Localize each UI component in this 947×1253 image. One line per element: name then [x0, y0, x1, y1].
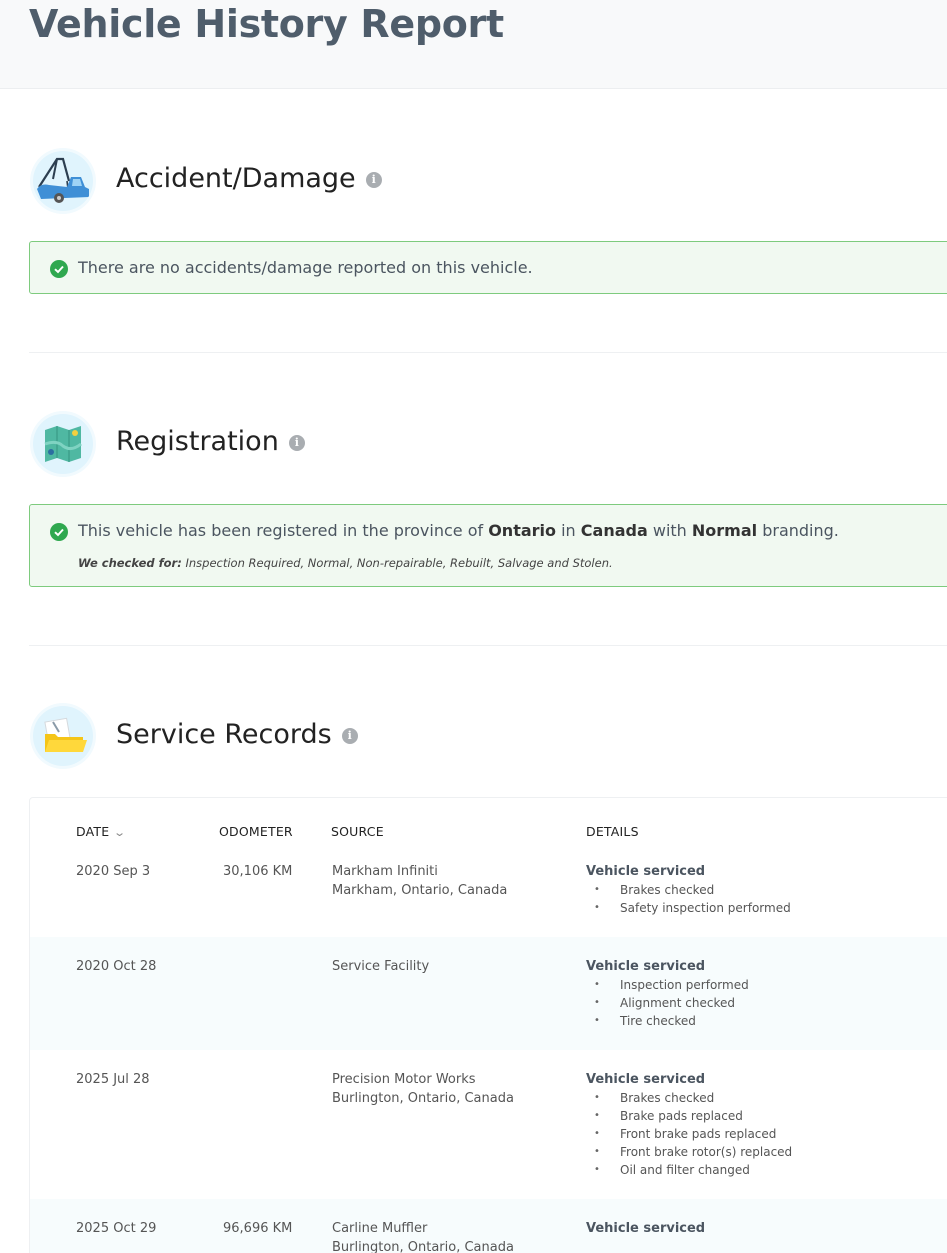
table-row: 2025 Jul 28 Precision Motor Works Burlin…	[30, 1050, 947, 1198]
section-divider	[29, 352, 947, 353]
source-location: Burlington, Ontario, Canada	[332, 1091, 514, 1106]
source-name: Service Facility	[332, 959, 430, 974]
list-item: Safety inspection performed	[586, 899, 791, 917]
column-header-source: SOURCE	[331, 824, 384, 839]
registration-province: Ontario	[488, 521, 557, 540]
table-row: 2020 Oct 28 Service Facility Vehicle ser…	[30, 937, 947, 1050]
service-section-title: Service Records i	[116, 719, 358, 750]
registration-alert: This vehicle has been registered in the …	[29, 504, 947, 587]
accident-message: There are no accidents/damage reported o…	[78, 258, 533, 277]
registration-title-text: Registration	[116, 426, 279, 457]
row-source: Precision Motor Works Burlington, Ontari…	[332, 1070, 514, 1108]
source-name: Carline Muffler	[332, 1221, 428, 1236]
accident-title-text: Accident/Damage	[116, 163, 356, 194]
source-location: Markham, Ontario, Canada	[332, 883, 508, 898]
list-item: Tire checked	[586, 1012, 749, 1030]
folder-icon	[33, 706, 93, 766]
registration-section-title: Registration i	[116, 426, 305, 457]
source-name: Precision Motor Works	[332, 1072, 476, 1087]
check-circle-icon	[50, 523, 68, 541]
report-header: Vehicle History Report	[0, 0, 947, 89]
info-icon[interactable]: i	[365, 171, 382, 188]
check-circle-icon	[50, 260, 68, 278]
source-location: Burlington, Ontario, Canada	[332, 1240, 514, 1253]
list-item: Brakes checked	[586, 881, 791, 899]
registration-branding: Normal	[691, 521, 758, 540]
list-item: Front brake rotor(s) replaced	[586, 1143, 792, 1161]
service-title-text: Service Records	[116, 719, 332, 750]
service-records-table: DATE ⌄ ODOMETER SOURCE DETAILS 2020 Sep 3…	[29, 797, 947, 1253]
checked-for-note: We checked for: Inspection Required, Nor…	[78, 556, 613, 570]
list-item: Oil and filter changed	[586, 1161, 792, 1179]
column-header-date[interactable]: DATE ⌄	[76, 824, 127, 839]
details-heading: Vehicle serviced	[586, 1072, 706, 1087]
row-details: Vehicle serviced Inspection performed Al…	[586, 957, 749, 1030]
accident-alert: There are no accidents/damage reported o…	[29, 241, 947, 294]
section-divider	[29, 645, 947, 646]
registration-country: Canada	[580, 521, 648, 540]
details-heading: Vehicle serviced	[586, 1221, 706, 1236]
column-header-odometer: ODOMETER	[219, 824, 293, 839]
list-item: Brake pads replaced	[586, 1107, 792, 1125]
row-source: Carline Muffler Burlington, Ontario, Can…	[332, 1219, 514, 1253]
row-date: 2025 Oct 29	[76, 1221, 157, 1236]
chevron-down-icon: ⌄	[113, 826, 127, 839]
row-source: Markham Infiniti Markham, Ontario, Canad…	[332, 862, 507, 900]
row-source: Service Facility	[332, 957, 429, 976]
details-heading: Vehicle serviced	[586, 959, 706, 974]
info-icon[interactable]: i	[341, 727, 358, 744]
registration-message: This vehicle has been registered in the …	[78, 521, 839, 540]
details-heading: Vehicle serviced	[586, 864, 706, 879]
row-odometer: 30,106 KM	[223, 864, 293, 879]
list-item: Inspection performed	[586, 976, 749, 994]
tow-truck-icon	[33, 151, 93, 211]
row-odometer: 96,696 KM	[223, 1221, 293, 1236]
row-date: 2020 Sep 3	[76, 864, 151, 879]
list-item: Alignment checked	[586, 994, 749, 1012]
row-details: Vehicle serviced Brakes checked Safety i…	[586, 862, 791, 917]
list-item: Brakes checked	[586, 1089, 792, 1107]
map-icon	[33, 414, 93, 474]
row-details: Vehicle serviced	[586, 1219, 705, 1238]
list-item: Front brake pads replaced	[586, 1125, 792, 1143]
table-row: 2025 Oct 29 96,696 KM Carline Muffler Bu…	[30, 1199, 947, 1253]
page-title: Vehicle History Report	[29, 2, 504, 46]
accident-section-title: Accident/Damage i	[116, 163, 382, 194]
row-date: 2025 Jul 28	[76, 1072, 150, 1087]
row-details: Vehicle serviced Brakes checked Brake pa…	[586, 1070, 792, 1179]
info-icon[interactable]: i	[288, 434, 305, 451]
row-date: 2020 Oct 28	[76, 959, 157, 974]
column-header-details: DETAILS	[586, 824, 639, 839]
table-row: 2020 Sep 3 30,106 KM Markham Infiniti Ma…	[30, 856, 947, 936]
source-name: Markham Infiniti	[332, 864, 438, 879]
